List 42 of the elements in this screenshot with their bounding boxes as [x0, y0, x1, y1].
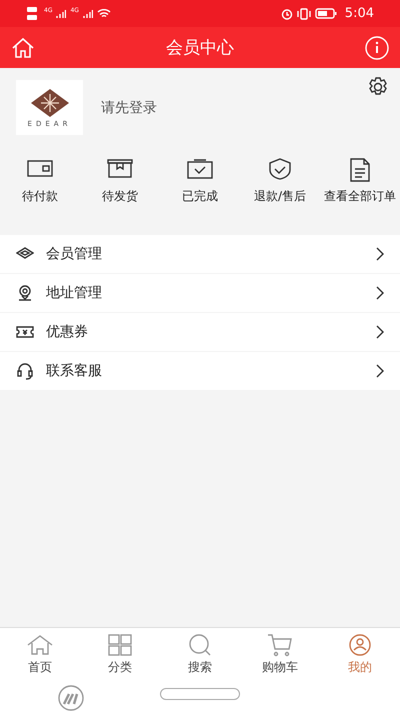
order-status-button[interactable]: 已完成: [160, 157, 240, 205]
battery-icon: [314, 8, 337, 19]
tab-item[interactable]: 搜索: [160, 628, 240, 680]
tab-item[interactable]: 我的: [320, 628, 400, 680]
tab-item[interactable]: 首页: [0, 628, 80, 680]
wifi-icon: [96, 8, 111, 19]
sim-icon: [26, 6, 40, 22]
menu-item[interactable]: 优惠券: [0, 313, 400, 352]
login-prompt[interactable]: 请先登录: [101, 98, 157, 116]
vibrate-icon: [296, 8, 311, 20]
info-icon[interactable]: [365, 36, 389, 60]
headset-icon: [16, 362, 34, 380]
alarm-icon: [280, 8, 293, 20]
grid-icon: [106, 632, 134, 656]
assistant-icon[interactable]: [57, 684, 85, 711]
menu-item[interactable]: 地址管理: [0, 274, 400, 313]
menu-item[interactable]: 会员管理: [0, 235, 400, 274]
order-status-button[interactable]: 待付款: [0, 157, 80, 205]
order-status-button[interactable]: 退款/售后: [240, 157, 320, 205]
tab-item[interactable]: 分类: [80, 628, 160, 680]
chevron-right-icon: [375, 247, 385, 261]
chevron-right-icon: [375, 286, 385, 300]
status-time: 5:04: [344, 6, 374, 21]
home-icon[interactable]: [11, 36, 35, 60]
cart-icon: [266, 632, 294, 656]
menu-label: 会员管理: [46, 245, 103, 263]
order-status-button[interactable]: 待发货: [80, 157, 160, 205]
chevron-right-icon: [375, 364, 385, 378]
logo-emblem-icon: [30, 88, 70, 118]
order-status-button[interactable]: 查看全部订单: [320, 157, 400, 205]
home-gesture-bar[interactable]: [160, 688, 240, 700]
signal-icon: [82, 8, 93, 18]
menu-label: 优惠券: [46, 323, 89, 341]
page-title: 会员中心: [166, 37, 234, 59]
menu-item[interactable]: 联系客服: [0, 352, 400, 391]
location-pin-icon: [16, 284, 34, 302]
tab-item[interactable]: 购物车: [240, 628, 320, 680]
menu-label: 地址管理: [46, 284, 103, 302]
home-icon: [26, 632, 54, 656]
signal-icon: [56, 8, 66, 18]
chevron-right-icon: [375, 325, 385, 339]
menu-label: 联系客服: [46, 362, 103, 380]
